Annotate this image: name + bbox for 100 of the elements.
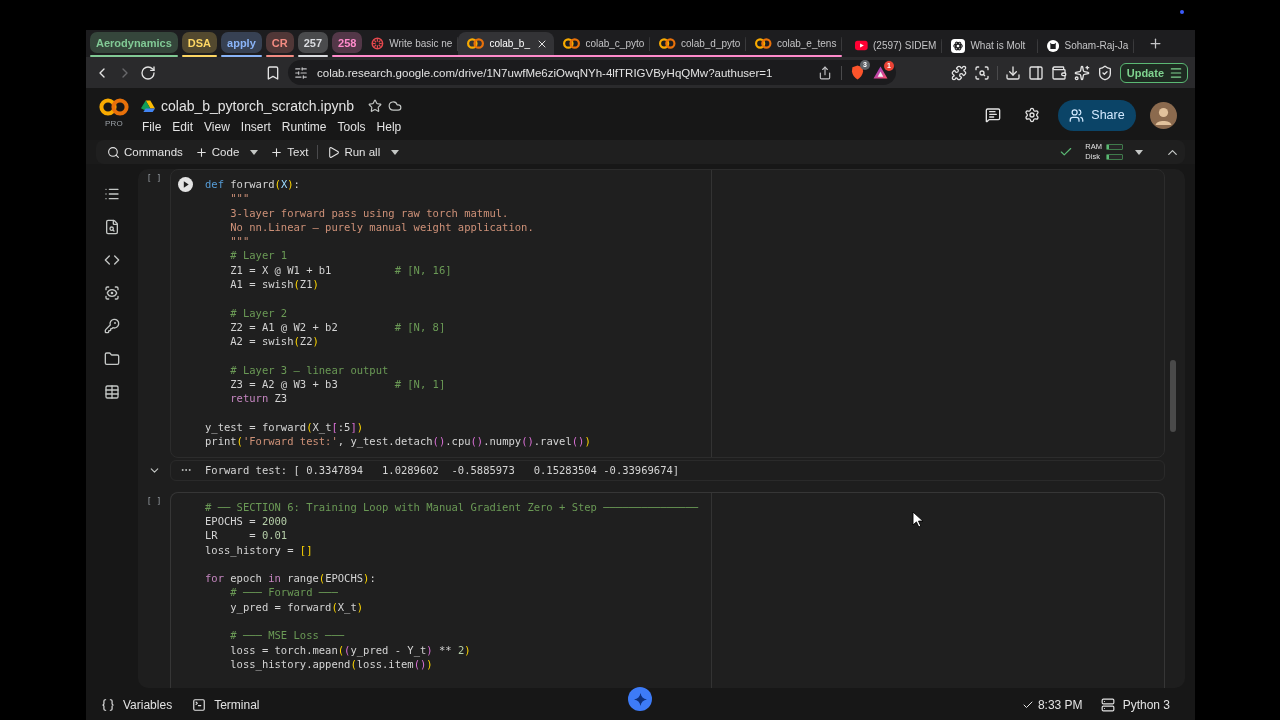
triangle-logo-icon[interactable] — [873, 66, 888, 79]
tab-group-label[interactable]: 257 — [297, 32, 329, 53]
menu-item[interactable]: Edit — [172, 120, 194, 134]
tab-group-label[interactable]: CR — [265, 32, 294, 53]
shield-logo-icon[interactable] — [851, 65, 864, 80]
menu-item[interactable]: Insert — [240, 120, 271, 134]
table-of-contents-icon[interactable] — [104, 186, 120, 202]
knot-logo-icon — [951, 38, 966, 53]
run-all-button[interactable]: Run all — [324, 141, 403, 163]
menu-item[interactable]: Tools — [337, 120, 366, 134]
code-icon[interactable] — [104, 252, 120, 268]
code-line: Z2 = A1 @ W2 + b2 # [N, 8] — [229, 319, 446, 335]
notebook-title[interactable]: colab_b_pytorch_scratch.ipynb — [161, 98, 354, 114]
cat-head-icon — [1047, 38, 1060, 53]
tab-group-label[interactable]: apply — [221, 32, 262, 53]
output-text: Forward test: [ 0.3347894 1.0289602 -0.5885973 0.15283504 -0.33969674] — [205, 464, 680, 477]
terminal-button[interactable]: Terminal — [192, 698, 260, 712]
url-text[interactable]: colab.research.google.com/drive/1N7uwfMe6ziOwqNYh-4lfTRIGVByHqQMw?authuser=1 — [317, 66, 773, 79]
run-cell-icon[interactable] — [178, 177, 193, 192]
add-cell-button[interactable]: Text — [267, 141, 312, 163]
code-line: y_pred = forward(X_t) — [229, 599, 364, 614]
tab-search-icon[interactable] — [973, 64, 990, 81]
code-line: 3-layer forward pass using raw torch matmul. — [229, 205, 509, 220]
download-icon[interactable] — [1004, 64, 1021, 81]
code-line: loss = torch.mean((y_pred - Y_t) ** 2) — [229, 642, 471, 657]
avatar[interactable] — [1150, 101, 1177, 129]
code-line: loss_history.append(loss.item()) — [229, 657, 433, 672]
code-line: # ── SECTION 6: Training Loop with Manual Gradient Zero + Step ─────────────── — [205, 499, 699, 514]
key-icon[interactable] — [104, 318, 120, 334]
rings-logo-icon — [467, 38, 485, 49]
code-cell[interactable] — [170, 169, 1165, 458]
code-line: def forward(X): — [205, 177, 300, 192]
menu-item[interactable]: View — [204, 120, 230, 134]
eye-icon[interactable] — [104, 285, 120, 301]
new-tab-icon[interactable] — [1148, 36, 1164, 51]
add-cell-button[interactable]: Code — [191, 141, 262, 163]
scrollbar-thumb[interactable] — [1170, 360, 1176, 432]
table-icon[interactable] — [104, 384, 120, 400]
search-icon — [107, 145, 120, 159]
code-line: print('Forward test:', y_test.detach().cpu().numpy().ravel()) — [205, 434, 591, 449]
burst-logo-icon — [371, 37, 385, 50]
code-line: """ — [229, 234, 250, 249]
braces-icon — [101, 698, 115, 712]
puzzle-icon[interactable] — [950, 64, 967, 81]
sidebar-icon[interactable] — [1027, 64, 1044, 81]
star-icon[interactable] — [368, 99, 382, 113]
bookmark-icon[interactable] — [265, 64, 281, 81]
share-button[interactable]: Share — [1058, 99, 1136, 131]
cloud-icon[interactable] — [388, 99, 402, 113]
code-line: EPOCHS = 2000 — [205, 513, 288, 529]
menu-item[interactable]: File — [142, 120, 162, 134]
code-line: # ─── MSE Loss ─── — [229, 628, 345, 643]
plus-icon — [194, 145, 208, 159]
commands-button[interactable]: Commands — [104, 141, 186, 163]
code-line: # Layer 3 — linear output — [229, 362, 389, 378]
rings-logo-icon — [755, 38, 772, 49]
rings-logo-icon[interactable] — [99, 97, 129, 117]
browser-tab[interactable]: colab_b_ — [458, 32, 555, 55]
menu-item[interactable]: Runtime — [281, 120, 327, 134]
code-line: A2 = swish(Z2) — [229, 334, 319, 349]
meter-track[interactable] — [1106, 154, 1123, 160]
tab-group-label[interactable]: DSA — [181, 32, 218, 53]
menu-item[interactable]: Help — [376, 120, 402, 134]
code-line: # ─── Forward ─── — [229, 585, 338, 600]
execution-count: [ ] — [146, 174, 162, 184]
tab-group-label[interactable]: Aerodynamics — [90, 32, 178, 53]
code-line: A1 = swish(Z1) — [229, 277, 319, 292]
code-line: """ — [229, 191, 250, 206]
find-icon[interactable] — [104, 219, 120, 235]
runtime-button[interactable]: Python 3 — [1100, 698, 1170, 712]
caret-icon[interactable] — [1135, 149, 1143, 155]
tricolor-triangle-icon — [141, 100, 155, 112]
rings-logo-icon — [563, 38, 581, 49]
sparkle-icon[interactable] — [1073, 64, 1090, 81]
rings-logo-icon — [659, 38, 676, 49]
code-cell[interactable] — [170, 491, 1165, 688]
play-icon — [327, 145, 341, 159]
code-line: LR = 0.01 — [205, 528, 288, 543]
site-settings-icon[interactable] — [294, 65, 308, 80]
code-line: # Layer 2 — [229, 305, 288, 320]
meter-track[interactable] — [1106, 144, 1123, 150]
reload-icon[interactable] — [140, 64, 156, 81]
code-line: y_test = forward(X_t[:5]) — [205, 420, 364, 435]
share-icon[interactable] — [818, 65, 832, 80]
comment-icon[interactable] — [985, 107, 1001, 123]
server-icon — [1100, 698, 1115, 712]
folder-icon[interactable] — [104, 351, 120, 367]
update-button[interactable]: Update — [1119, 62, 1188, 83]
variables-button[interactable]: Variables — [101, 698, 173, 712]
settings-icon[interactable] — [1024, 107, 1040, 123]
shield-icon[interactable] — [1096, 64, 1113, 81]
code-line: No nn.Linear — purely manual weight application. — [229, 219, 534, 235]
plus-icon — [270, 145, 284, 159]
plan-label: PRO — [104, 119, 124, 128]
wallet-icon[interactable] — [1050, 64, 1067, 81]
code-line: Z1 = X @ W1 + b1 # [N, 16] — [229, 262, 452, 278]
status-dot-icon — [1180, 10, 1184, 14]
code-line: Z3 = A2 @ W3 + b3 # [N, 1] — [229, 377, 446, 392]
tab-group-label[interactable]: 258 — [332, 32, 363, 53]
execution-count: [ ] — [146, 496, 162, 507]
